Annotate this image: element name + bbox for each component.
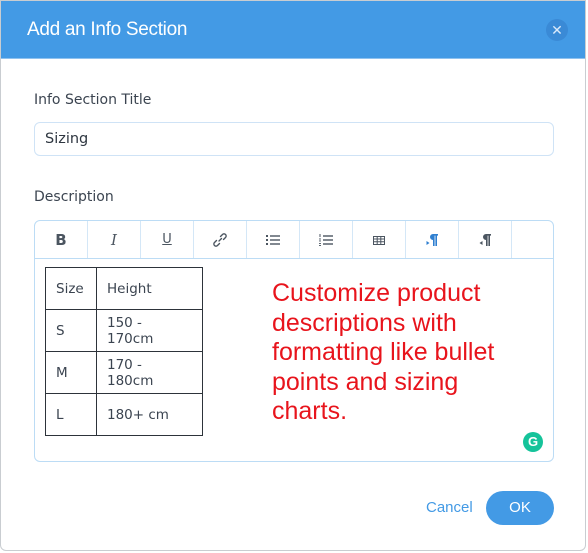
description-editor[interactable]: B I U Size Height S 150 - 170cm M 170 - … — [34, 220, 554, 462]
info-section-title-label: Info Section Title — [34, 92, 152, 108]
close-icon: ✕ — [551, 22, 563, 38]
table-cell: 150 - 170cm — [96, 309, 203, 352]
editor-content[interactable]: Size Height S 150 - 170cm M 170 - 180cm … — [35, 258, 553, 461]
underline-icon: U — [162, 232, 172, 247]
ltr-direction-button[interactable] — [406, 221, 459, 258]
grammarly-icon[interactable]: G — [523, 432, 543, 452]
table-row: L 180+ cm — [45, 393, 203, 436]
table-button[interactable] — [353, 221, 406, 258]
table-cell: S — [45, 309, 97, 352]
cancel-button[interactable]: Cancel — [426, 499, 473, 516]
link-button[interactable] — [194, 221, 247, 258]
link-icon — [213, 232, 227, 247]
underline-button[interactable]: U — [141, 221, 194, 258]
bold-button[interactable]: B — [35, 221, 88, 258]
table-cell: M — [45, 351, 97, 394]
annotation-text: Customize product descriptions with form… — [272, 279, 495, 425]
italic-button[interactable]: I — [88, 221, 141, 258]
table-cell: 170 - 180cm — [96, 351, 203, 394]
table-cell: 180+ cm — [96, 393, 203, 436]
rtl-direction-button[interactable] — [459, 221, 512, 258]
add-info-section-dialog: Add an Info Section ✕ Info Section Title… — [0, 0, 586, 551]
description-label: Description — [34, 189, 114, 205]
info-section-title-input[interactable] — [34, 122, 554, 156]
numbered-list-button[interactable] — [300, 221, 353, 258]
bullet-list-icon — [266, 234, 280, 245]
bold-icon: B — [55, 230, 67, 249]
dialog-header: Add an Info Section ✕ — [1, 1, 585, 59]
bulleted-list-button[interactable] — [247, 221, 300, 258]
table-row: M 170 - 180cm — [45, 351, 203, 394]
table-header-row: Size Height — [45, 267, 203, 310]
close-button[interactable]: ✕ — [546, 19, 568, 41]
numbered-list-icon — [319, 233, 333, 246]
sizing-table: Size Height S 150 - 170cm M 170 - 180cm … — [45, 267, 203, 436]
dialog-title: Add an Info Section — [27, 19, 188, 40]
rtl-paragraph-icon — [479, 233, 491, 246]
italic-icon: I — [111, 230, 117, 249]
table-cell: L — [45, 393, 97, 436]
ltr-paragraph-icon — [426, 233, 438, 246]
ok-button[interactable]: OK — [486, 491, 554, 525]
table-row: S 150 - 170cm — [45, 309, 203, 352]
table-icon — [373, 235, 385, 245]
editor-toolbar: B I U — [35, 221, 553, 259]
table-header-cell: Size — [45, 267, 97, 310]
table-header-cell: Height — [96, 267, 203, 310]
